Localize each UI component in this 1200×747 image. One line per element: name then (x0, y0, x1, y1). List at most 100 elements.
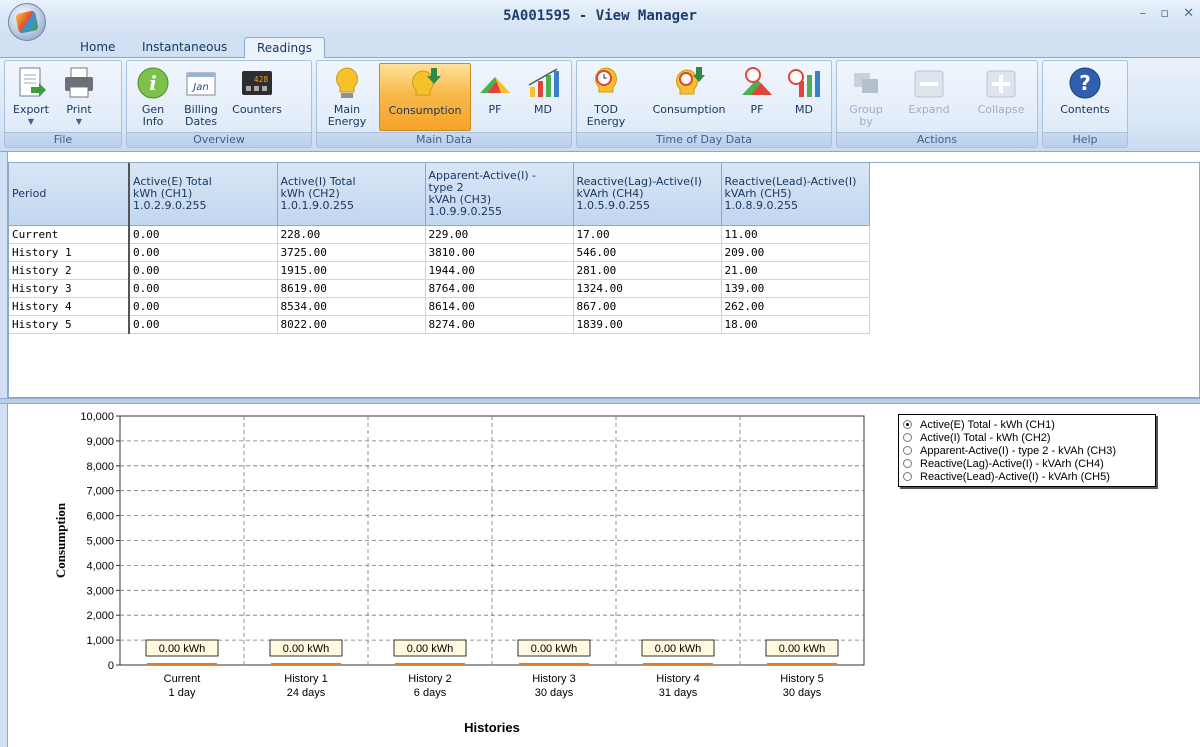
expand-button[interactable]: Expand (903, 63, 955, 131)
counters-label: Counters (232, 103, 282, 116)
table-row[interactable]: History 4 0.00 8534.00 8614.00 867.00 262.00 (9, 297, 870, 316)
group-file-label: File (5, 132, 121, 147)
radio-button[interactable] (903, 420, 912, 429)
group-time-of-day: TOD Energy Consumption PF MD Time of Day… (576, 60, 832, 148)
collapse-button[interactable]: Collapse (971, 63, 1031, 131)
column-header[interactable]: Apparent-Active(I) - type 2 kVAh (CH3) 1… (425, 163, 574, 226)
x-tick-sublabel: 30 days (535, 687, 574, 699)
legend-item[interactable]: Apparent-Active(I) - type 2 - kVAh (CH3) (903, 444, 1151, 457)
collapse-label: Collapse (977, 103, 1025, 116)
ribbon-tabs: Home Instantaneous Readings (0, 34, 1200, 59)
window-controls: – ▫ ✕ (1140, 6, 1194, 21)
tab-instantaneous[interactable]: Instantaneous (130, 37, 239, 58)
value-cell: 8274.00 (425, 315, 574, 334)
value-cell: 0.00 (129, 297, 278, 316)
window-title: 5A001595 - View Manager (503, 8, 697, 24)
export-button[interactable]: Export ▼ (9, 63, 53, 131)
group-by-label: Group by (849, 103, 883, 128)
column-header[interactable]: Reactive(Lag)-Active(I) kVArh (CH4) 1.0.… (573, 163, 722, 226)
x-axis-title: Histories (464, 720, 520, 735)
main-energy-button[interactable]: Main Energy (321, 63, 373, 131)
chart-canvas: 0 1,000 2,000 3,000 4,000 5,000 6,000 7,000 8,00… (53, 411, 865, 735)
group-help-label: Help (1043, 132, 1127, 147)
group-by-button[interactable]: Group by (841, 63, 891, 131)
table-row[interactable]: History 3 0.00 8619.00 8764.00 1324.00 139.00 (9, 279, 870, 298)
table-row[interactable]: History 2 0.00 1915.00 1944.00 281.00 21.00 (9, 261, 870, 280)
legend-item[interactable]: Active(E) Total - kWh (CH1) (903, 418, 1151, 431)
clock-lightbulb-icon (588, 65, 624, 101)
tod-energy-label: TOD Energy (586, 103, 626, 128)
md-button[interactable]: MD (519, 63, 567, 131)
x-tick-label: History 1 (284, 673, 327, 685)
x-tick-sublabel: 6 days (414, 687, 447, 699)
pf-button[interactable]: PF (475, 63, 515, 131)
tod-md-button[interactable]: MD (781, 63, 827, 131)
y-tick-label: 7,000 (86, 486, 114, 498)
table-row[interactable]: History 5 0.00 8022.00 8274.00 1839.00 18.00 (9, 315, 870, 334)
tab-readings[interactable]: Readings (244, 37, 325, 59)
bar (643, 663, 713, 665)
y-tick-label: 2,000 (86, 610, 114, 622)
consumption-button[interactable]: Consumption (379, 63, 471, 131)
y-tick-label: 1,000 (86, 635, 114, 647)
value-cell: 1944.00 (425, 261, 574, 280)
svg-text:i: i (149, 71, 157, 95)
radio-button[interactable] (903, 472, 912, 481)
legend-item[interactable]: Reactive(Lead)-Active(I) - kVArh (CH5) (903, 470, 1151, 483)
billing-dates-button[interactable]: Jan Billing Dates (179, 63, 223, 131)
y-tick-label: 9,000 (86, 436, 114, 448)
value-cell: 1915.00 (277, 261, 426, 280)
application-menu-button[interactable] (8, 3, 46, 41)
column-header[interactable]: Reactive(Lead)-Active(I) kVArh (CH5) 1.0… (721, 163, 870, 226)
printer-icon (61, 65, 97, 101)
tod-pf-button[interactable]: PF (737, 63, 777, 131)
counters-button[interactable]: 428 Counters (229, 63, 285, 131)
legend-label: Reactive(Lag)-Active(I) - kVArh (CH4) (920, 457, 1104, 470)
x-tick-sublabel: 24 days (287, 687, 326, 699)
y-tick-label: 5,000 (86, 536, 114, 548)
period-cell: History 5 (9, 315, 130, 334)
y-tick-label: 8,000 (86, 461, 114, 473)
radio-button[interactable] (903, 433, 912, 442)
x-tick-sublabel: 31 days (659, 687, 698, 699)
bar (271, 663, 341, 665)
lightbulb-icon (329, 65, 365, 101)
column-header[interactable]: Active(I) Total kWh (CH2) 1.0.1.9.0.255 (277, 163, 426, 226)
column-header[interactable]: Period (9, 163, 130, 226)
contents-button[interactable]: ? Contents (1055, 63, 1115, 131)
table-row[interactable]: Current 0.00 228.00 229.00 17.00 11.00 (9, 225, 870, 244)
clock-power-factor-icon (739, 65, 775, 101)
close-button[interactable]: ✕ (1183, 6, 1194, 21)
value-cell: 139.00 (721, 279, 870, 298)
print-label: Print (66, 103, 92, 116)
legend-item[interactable]: Active(I) Total - kWh (CH2) (903, 431, 1151, 444)
period-cell: History 4 (9, 297, 130, 316)
data-label: 0.00 kWh (283, 643, 329, 655)
print-button[interactable]: Print ▼ (59, 63, 99, 131)
value-cell: 228.00 (277, 225, 426, 244)
clock-bar-chart-icon (786, 65, 822, 101)
legend-item[interactable]: Reactive(Lag)-Active(I) - kVArh (CH4) (903, 457, 1151, 470)
bar (395, 663, 465, 665)
table-row[interactable]: History 1 0.00 3725.00 3810.00 546.00 209.00 (9, 243, 870, 262)
value-cell: 21.00 (721, 261, 870, 280)
radio-button[interactable] (903, 446, 912, 455)
group-overview: i Gen Info Jan Billing Dates 428 Counter… (126, 60, 312, 148)
tod-energy-button[interactable]: TOD Energy (581, 63, 631, 131)
tod-pf-label: PF (750, 103, 764, 116)
column-header[interactable]: Active(E) Total kWh (CH1) 1.0.2.9.0.255 (129, 163, 278, 226)
radio-button[interactable] (903, 459, 912, 468)
legend-label: Reactive(Lead)-Active(I) - kVArh (CH5) (920, 470, 1110, 483)
group-overview-label: Overview (127, 132, 311, 147)
gen-info-button[interactable]: i Gen Info (133, 63, 173, 131)
calendar-icon: Jan (183, 65, 219, 101)
readings-grid: Period Active(E) Total kWh (CH1) 1.0.2.9… (8, 162, 1200, 398)
period-cell: History 3 (9, 279, 130, 298)
group-help: ? Contents Help (1042, 60, 1128, 148)
x-tick-label: Current (164, 673, 201, 685)
minimize-button[interactable]: – (1140, 6, 1147, 21)
restore-button[interactable]: ▫ (1160, 6, 1169, 21)
chevron-down-icon: ▼ (75, 117, 83, 126)
tab-home[interactable]: Home (68, 37, 127, 58)
tod-consumption-button[interactable]: Consumption (643, 63, 735, 131)
